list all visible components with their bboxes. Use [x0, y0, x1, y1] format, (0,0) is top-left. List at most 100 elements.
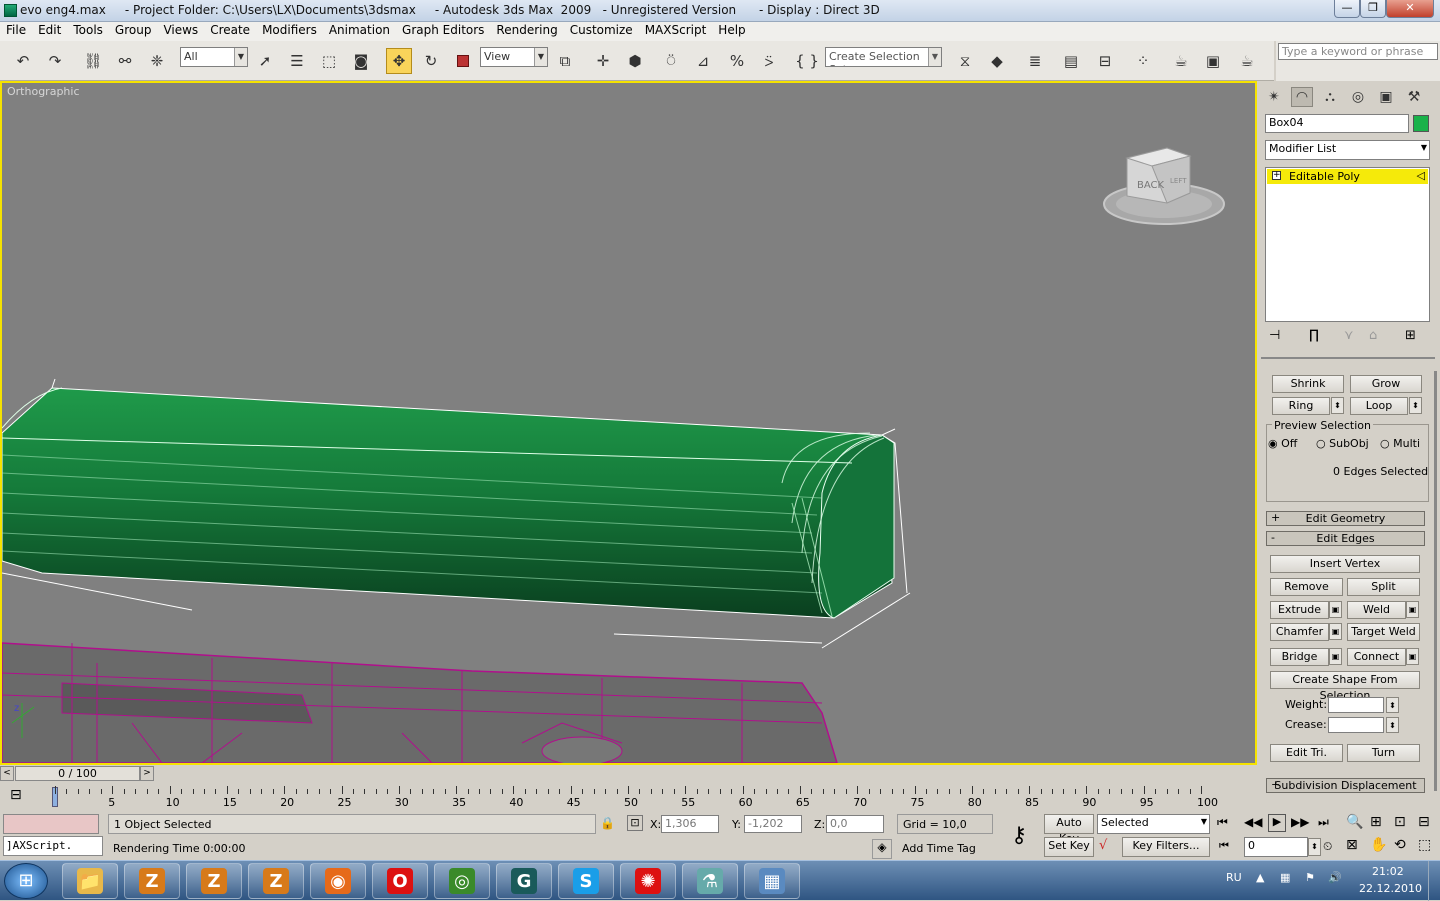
minimize-button[interactable]: —	[1334, 0, 1360, 18]
unlink-icon[interactable]: ⚯	[112, 48, 138, 74]
manipulate-icon[interactable]: ✛	[590, 48, 616, 74]
menu-create[interactable]: Create	[204, 22, 256, 37]
align-icon[interactable]: ◆	[984, 48, 1010, 74]
percent-snap-icon[interactable]: %	[724, 48, 750, 74]
flag-icon[interactable]: ⚑	[1305, 871, 1315, 884]
weld-settings-icon[interactable]: ▣	[1406, 601, 1419, 618]
z-coordinate-field[interactable]: 0,0	[826, 815, 884, 833]
select-object-icon[interactable]: ➚	[252, 48, 278, 74]
make-unique-icon[interactable]: ⋎	[1344, 328, 1354, 343]
auto-key-button[interactable]: Auto Key	[1044, 814, 1094, 845]
remove-button[interactable]: Remove	[1270, 578, 1343, 596]
bridge-button[interactable]: Bridge	[1270, 648, 1329, 666]
set-key-icon[interactable]: ⚷	[1000, 816, 1038, 856]
zoom-extents-icon[interactable]: ⊡	[1394, 814, 1406, 830]
taskbar-desktop[interactable]: ▦	[744, 863, 800, 899]
rendered-frame-window-icon[interactable]: ▣	[1200, 48, 1226, 74]
edit-named-selection-icon[interactable]: { }	[794, 48, 820, 74]
selection-filter-dropdown[interactable]: All ▼	[180, 47, 248, 67]
key-filters-button[interactable]: Key Filters...	[1122, 837, 1210, 857]
turn-button[interactable]: Turn	[1347, 744, 1420, 762]
y-coordinate-field[interactable]: -1,202	[744, 815, 802, 833]
taskbar-app-z1[interactable]: Z	[124, 863, 180, 899]
zoom-icon[interactable]: 🔍	[1346, 814, 1363, 830]
clock-time[interactable]: 21:02	[1372, 865, 1404, 878]
select-and-scale-icon[interactable]	[450, 48, 476, 74]
set-key-button[interactable]: Set Key	[1044, 837, 1094, 857]
pin-stack-icon[interactable]: ⊣	[1269, 328, 1280, 343]
angle-snap-icon[interactable]: ⊿	[690, 48, 716, 74]
viewcube-face-label[interactable]: BACK	[1137, 180, 1165, 191]
menu-file[interactable]: File	[0, 22, 32, 37]
menu-views[interactable]: Views	[157, 22, 204, 37]
object-color-swatch[interactable]	[1413, 115, 1429, 132]
loop-button[interactable]: Loop	[1350, 397, 1408, 415]
taskbar-3dsmax[interactable]: G	[496, 863, 552, 899]
grow-button[interactable]: Grow	[1350, 375, 1422, 393]
previous-frame-icon[interactable]: ◀◀	[1244, 815, 1262, 829]
next-frame-icon[interactable]: ▶▶	[1291, 815, 1309, 829]
mini-curve-editor-icon[interactable]: ⊟	[10, 787, 22, 803]
pan-icon[interactable]: ✋	[1370, 837, 1387, 853]
redo-icon[interactable]: ↷	[42, 48, 68, 74]
volume-icon[interactable]: 🔊	[1328, 871, 1342, 884]
keyboard-shortcut-icon[interactable]: ⬢	[622, 48, 648, 74]
ring-button[interactable]: Ring	[1272, 397, 1330, 415]
menu-graph-editors[interactable]: Graph Editors	[396, 22, 490, 37]
panel-scrollbar[interactable]	[1434, 371, 1437, 791]
keyword-search-input[interactable]: Type a keyword or phrase	[1278, 43, 1438, 60]
motion-tab-icon[interactable]: ◎	[1347, 87, 1369, 107]
taskbar-explorer[interactable]: 📁	[62, 863, 118, 899]
x-coordinate-field[interactable]: 1,306	[661, 815, 719, 833]
absolute-mode-icon[interactable]: ⊡	[627, 815, 643, 831]
taskbar-skype[interactable]: S	[558, 863, 614, 899]
modifier-list-dropdown[interactable]: Modifier List ▼	[1265, 140, 1430, 160]
menu-group[interactable]: Group	[109, 22, 158, 37]
weight-spinner[interactable]: ⬍	[1386, 697, 1399, 713]
bridge-settings-icon[interactable]: ▣	[1329, 648, 1342, 665]
window-crossing-icon[interactable]: ◙	[348, 48, 374, 74]
taskbar-chrome[interactable]: ◎	[434, 863, 490, 899]
current-frame-spinner[interactable]: ⬍	[1308, 838, 1321, 856]
orbit-icon[interactable]: ⟲	[1394, 837, 1406, 853]
chamfer-settings-icon[interactable]: ▣	[1329, 623, 1342, 640]
target-weld-button[interactable]: Target Weld	[1347, 623, 1420, 641]
pivot-center-icon[interactable]: ⧉	[552, 48, 578, 74]
taskbar-splat[interactable]: ✺	[620, 863, 676, 899]
current-frame-field[interactable]: 0	[1244, 837, 1308, 857]
edit-geometry-rollout[interactable]: + Edit Geometry	[1266, 511, 1425, 526]
configure-modifier-sets-icon[interactable]: ⊞	[1405, 328, 1416, 343]
edit-edges-rollout[interactable]: - Edit Edges	[1266, 531, 1425, 546]
object-name-field[interactable]: Box04	[1265, 114, 1409, 133]
lock-icon[interactable]: 🔒	[600, 816, 615, 830]
taskbar-firefox[interactable]: ◉	[310, 863, 366, 899]
edit-tri-button[interactable]: Edit Tri.	[1270, 744, 1343, 762]
chamfer-button[interactable]: Chamfer	[1270, 623, 1329, 641]
ring-spinner[interactable]: ⬍	[1331, 397, 1344, 414]
weight-field[interactable]	[1328, 697, 1384, 713]
add-time-tag[interactable]: Add Time Tag	[897, 839, 993, 859]
stack-item-editable-poly[interactable]: Editable Poly	[1267, 169, 1428, 184]
play-icon[interactable]: ▶	[1268, 814, 1286, 832]
layer-manager-icon[interactable]: ≣	[1022, 48, 1048, 74]
crease-field[interactable]	[1328, 717, 1384, 733]
hierarchy-tab-icon[interactable]: ⛬	[1319, 87, 1341, 107]
expand-icon[interactable]: +	[1272, 171, 1281, 180]
taskbar-app-z3[interactable]: Z	[248, 863, 304, 899]
menu-animation[interactable]: Animation	[323, 22, 396, 37]
menu-maxscript[interactable]: MAXScript	[639, 22, 713, 37]
shrink-button[interactable]: Shrink	[1272, 375, 1344, 393]
zoom-all-icon[interactable]: ⊞	[1370, 814, 1382, 830]
zoom-extents-all-icon[interactable]: ⊟	[1418, 814, 1430, 830]
language-indicator[interactable]: RU	[1226, 871, 1242, 884]
material-editor-icon[interactable]: ⁘	[1130, 48, 1156, 74]
split-button[interactable]: Split	[1347, 578, 1420, 596]
curve-editor-icon[interactable]: ▤	[1058, 48, 1084, 74]
key-mode-toggle-icon[interactable]: ⏮	[1219, 839, 1229, 853]
select-by-name-icon[interactable]: ☰	[284, 48, 310, 74]
go-to-start-icon[interactable]: ⏮	[1217, 815, 1228, 830]
connect-button[interactable]: Connect	[1347, 648, 1406, 666]
select-and-rotate-icon[interactable]: ↻	[418, 48, 444, 74]
time-slider[interactable]: 0 / 100	[15, 766, 140, 781]
utilities-tab-icon[interactable]: ⚒	[1403, 87, 1425, 107]
